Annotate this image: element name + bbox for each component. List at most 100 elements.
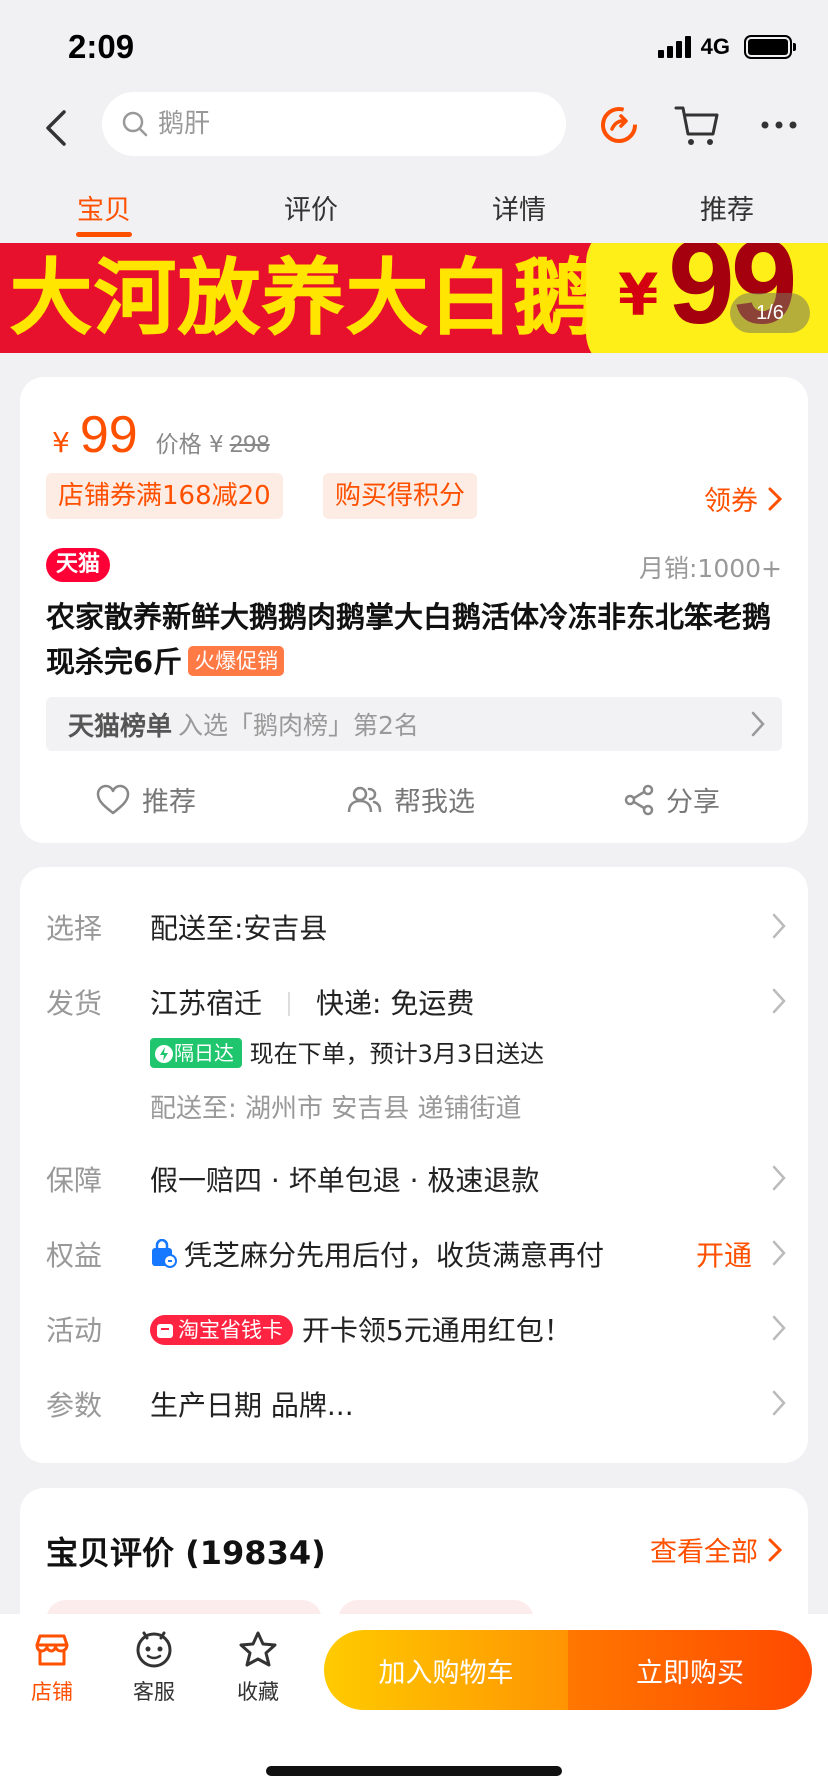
add-to-cart-button[interactable]: 加入购物车: [324, 1630, 568, 1710]
params-value: 生产日期 品牌...: [150, 1389, 354, 1422]
favorite-button[interactable]: 收藏: [218, 1630, 298, 1706]
more-icon[interactable]: [754, 100, 804, 150]
image-counter: 1/6: [730, 293, 810, 333]
product-actions: 推荐 帮我选 分享: [20, 770, 808, 830]
share-history-icon[interactable]: [594, 100, 644, 150]
search-bar[interactable]: [102, 92, 566, 156]
coupon-tag[interactable]: 店铺券满168减20: [46, 473, 283, 519]
hot-sale-tag: 火爆促销: [188, 646, 285, 676]
rights-value-wrap: 凭芝麻分先用后付，收货满意再付: [150, 1234, 604, 1274]
rights-value: 凭芝麻分先用后付，收货满意再付: [184, 1239, 605, 1272]
share-label: 分享: [666, 787, 720, 818]
recommend-label: 推荐: [142, 787, 196, 818]
delivery-estimate: 现在下单，预计3月3日送达: [249, 1040, 545, 1068]
chevron-right-icon: [768, 487, 782, 510]
ranking-desc: 入选「鹅肉榜」第2名: [178, 711, 419, 740]
shopping-bag-icon: [152, 1238, 177, 1268]
view-all-label: 查看全部: [650, 1537, 758, 1568]
status-indicators: 4G: [657, 34, 796, 60]
search-input[interactable]: [158, 109, 538, 139]
tmall-ranking-bar[interactable]: 天猫榜单 入选「鹅肉榜」第2名: [46, 697, 782, 751]
search-icon: [122, 111, 148, 137]
params-row[interactable]: 参数 生产日期 品牌...: [46, 1384, 786, 1424]
recommend-button[interactable]: 推荐: [96, 780, 196, 819]
star-icon: [239, 1631, 277, 1667]
shipping-origin: 江苏宿迁: [150, 987, 263, 1020]
chevron-right-icon: [768, 1538, 782, 1561]
view-all-reviews-button[interactable]: 查看全部: [650, 1530, 782, 1569]
active-tab-indicator: [76, 232, 132, 237]
money-saving-card-badge: 淘宝省钱卡: [150, 1315, 293, 1345]
money-saving-card-label: 淘宝省钱卡: [178, 1318, 283, 1342]
customer-service-button[interactable]: 客服: [114, 1630, 194, 1706]
shop-label: 店铺: [31, 1680, 73, 1704]
purchase-buttons: 加入购物车 立即购买: [324, 1630, 812, 1710]
banner-yen: ¥: [618, 261, 659, 329]
card-icon: [157, 1324, 173, 1338]
help-me-choose-label: 帮我选: [394, 787, 475, 818]
rights-row[interactable]: 权益 凭芝麻分先用后付，收货满意再付 开通: [46, 1234, 786, 1274]
params-label: 参数: [46, 1389, 103, 1422]
chevron-right-icon: [772, 1315, 786, 1341]
select-value: 配送至:安吉县: [150, 912, 328, 945]
price-card: ¥ 99 价格 ¥ 298 店铺券满168减20 购买得积分 领券 天猫 月销:…: [20, 377, 808, 843]
favorite-label: 收藏: [237, 1680, 279, 1704]
guarantee-row[interactable]: 保障 假一赔四 · 坏单包退 · 极速退款: [46, 1159, 786, 1199]
customer-service-icon: [136, 1631, 172, 1668]
lightning-icon: [155, 1045, 173, 1063]
get-coupon-label: 领券: [704, 486, 758, 517]
next-day-badge: 隔日达: [150, 1038, 242, 1068]
divider: [288, 992, 291, 1016]
buy-now-button[interactable]: 立即购买: [568, 1630, 812, 1710]
rights-label: 权益: [46, 1239, 103, 1272]
delivery-estimate-line: 隔日达 现在下单，预计3月3日送达: [150, 1034, 544, 1069]
network-label: 4G: [700, 34, 730, 59]
tab-baobei[interactable]: 宝贝: [44, 188, 164, 227]
activity-row[interactable]: 活动 淘宝省钱卡 开卡领5元通用红包！: [46, 1309, 786, 1349]
points-tag[interactable]: 购买得积分: [323, 473, 478, 519]
info-card: 选择 配送至:安吉县 发货 江苏宿迁 快递: 免运费 隔日达 现在下单，预计3月3…: [20, 867, 808, 1463]
next-day-badge-label: 隔日达: [174, 1041, 234, 1065]
share-button[interactable]: 分享: [624, 780, 720, 819]
chevron-right-icon: [772, 1390, 786, 1416]
product-image-banner[interactable]: 大河放养大白鹅 ¥ 99 1/6: [0, 243, 828, 353]
shipping-method: 快递: 免运费: [316, 987, 475, 1020]
section-tabs: 宝贝 评价 详情 推荐: [0, 178, 828, 240]
signal-icon: [657, 36, 691, 58]
get-coupon-button[interactable]: 领券: [704, 479, 782, 518]
shipping-row[interactable]: 发货 江苏宿迁 快递: 免运费 隔日达 现在下单，预计3月3日送达 配送至: 湖州…: [46, 982, 786, 1124]
heart-icon: [96, 784, 130, 814]
share-icon: [624, 784, 654, 815]
people-icon: [347, 786, 382, 812]
chevron-right-icon: [772, 913, 786, 939]
select-row[interactable]: 选择 配送至:安吉县: [46, 907, 786, 947]
help-me-choose-button[interactable]: 帮我选: [346, 780, 475, 819]
deliver-to: 配送至: 湖州市 安吉县 递铺街道: [150, 1094, 522, 1124]
shop-button[interactable]: 店铺: [12, 1630, 92, 1706]
reviews-title: 宝贝评价 (19834): [46, 1534, 326, 1572]
home-indicator: [266, 1766, 562, 1776]
shipping-value: 江苏宿迁 快递: 免运费: [150, 982, 474, 1022]
ranking-title: 天猫榜单: [68, 711, 173, 742]
cart-icon[interactable]: [672, 100, 722, 150]
original-price: 298: [229, 431, 270, 458]
status-bar: 2:09 4G: [0, 0, 828, 96]
activity-value-wrap: 淘宝省钱卡 开卡领5元通用红包！: [150, 1309, 572, 1349]
product-title: 农家散养新鲜大鹅鹅肉鹅掌大白鹅活体冷冻非东北笨老鹅现杀完6斤 火爆促销: [46, 595, 786, 685]
tab-reviews[interactable]: 评价: [251, 188, 371, 227]
price-value: 99: [79, 406, 138, 464]
chevron-right-icon: [772, 1165, 786, 1191]
shipping-label: 发货: [46, 987, 103, 1020]
status-time: 2:09: [68, 28, 135, 65]
chevron-right-icon: [772, 988, 786, 1014]
guarantee-label: 保障: [46, 1164, 103, 1197]
guarantee-value: 假一赔四 · 坏单包退 · 极速退款: [150, 1164, 540, 1197]
price-currency: ¥: [52, 426, 70, 459]
tab-details[interactable]: 详情: [459, 188, 579, 227]
back-arrow-icon[interactable]: [36, 106, 80, 150]
chevron-right-icon: [772, 1240, 786, 1266]
top-nav: [0, 92, 828, 162]
activity-value: 开卡领5元通用红包！: [301, 1314, 572, 1347]
activate-link[interactable]: 开通: [696, 1234, 752, 1274]
tab-recommend[interactable]: 推荐: [667, 188, 787, 227]
